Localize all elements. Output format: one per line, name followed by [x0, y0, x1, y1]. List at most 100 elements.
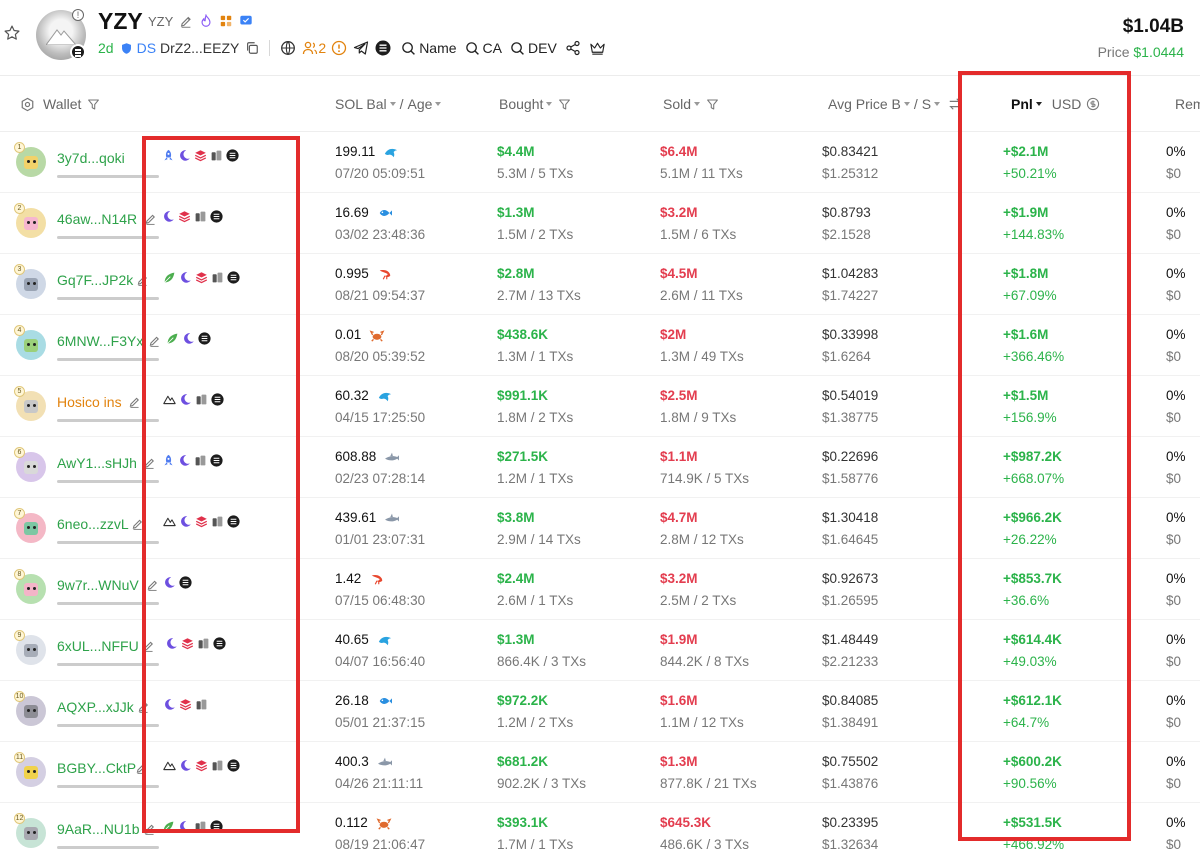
avg-price-column-header[interactable]: Avg Price B / S [828, 96, 962, 112]
solana-icon [213, 637, 226, 650]
wallet-address[interactable]: BGBY...CktP [57, 760, 136, 776]
settings-icon[interactable] [20, 97, 35, 112]
wallet-address[interactable]: Gq7F...JP2k [57, 272, 133, 288]
filter-icon[interactable] [558, 98, 571, 111]
table-row[interactable]: 10 AQXP...xJJk 26.18 05/01 21:37:15 $972… [0, 681, 1200, 742]
edit-icon[interactable] [143, 823, 156, 836]
sol-balance-value: 0.112 [335, 815, 368, 830]
crown-icon[interactable] [589, 40, 606, 56]
edit-icon[interactable] [143, 457, 156, 470]
stack-icon [195, 760, 208, 772]
filter-icon[interactable] [706, 98, 719, 111]
search-name-button[interactable]: Name [401, 40, 457, 56]
table-row[interactable]: 2 46aw...N14R 16.69 03/02 23:48:36 $1.3M… [0, 193, 1200, 254]
edit-icon[interactable] [135, 762, 148, 775]
favorite-star-icon[interactable] [3, 24, 21, 42]
sort-caret-icon [1035, 102, 1042, 106]
table-row[interactable]: 3 Gq7F...JP2k 0.995 08/21 09:54:37 $2.8M… [0, 254, 1200, 315]
bought-detail: 1.5M / 2 TXs [497, 227, 574, 242]
remaining-value: $0 [1166, 593, 1182, 608]
wallet-address[interactable]: 46aw...N14R [57, 211, 137, 227]
rocket-icon [164, 454, 173, 466]
message-icon [240, 15, 252, 25]
currency-swap-icon[interactable] [1086, 97, 1100, 111]
solana-icon [198, 332, 211, 345]
wallet-address[interactable]: 6neo...zzvL [57, 516, 129, 532]
shrimp-icon [379, 269, 391, 280]
edit-icon[interactable] [142, 640, 155, 653]
table-row[interactable]: 11 BGBY...CktP 400.3 04/26 21:11:11 $681… [0, 742, 1200, 803]
wallet-holding-bar [57, 236, 159, 239]
bag-icon [196, 394, 207, 405]
search-dev-button[interactable]: DEV [510, 40, 557, 56]
filter-icon[interactable] [87, 98, 100, 111]
edit-icon[interactable] [128, 396, 141, 409]
rank-badge: 1 [14, 142, 25, 153]
wallet-address[interactable]: 9AaR...NU1b [57, 821, 139, 837]
edit-icon[interactable] [179, 15, 193, 29]
currency-toggle-label[interactable]: USD [1052, 96, 1082, 112]
wallet-address[interactable]: AQXP...xJJk [57, 699, 134, 715]
table-row[interactable]: 7 6neo...zzvL 439.61 01/01 23:07:31 $3.8… [0, 498, 1200, 559]
sol-age-column-header[interactable]: SOL Bal / Age [335, 96, 442, 112]
solana-icon[interactable] [375, 40, 391, 56]
rank-badge: 10 [14, 691, 25, 702]
warning-icon[interactable] [331, 40, 347, 56]
sol-balance: 16.69 [335, 205, 393, 220]
edit-icon[interactable] [136, 274, 149, 287]
bought-detail: 1.7M / 1 TXs [497, 837, 574, 849]
last-active: 02/23 07:28:14 [335, 471, 426, 486]
wallet-address[interactable]: 3y7d...qoki [57, 150, 125, 166]
table-row[interactable]: 5 Hosico ins 60.32 04/15 17:25:50 $991.1… [0, 376, 1200, 437]
swap-icon[interactable] [948, 97, 962, 111]
edit-icon[interactable] [144, 213, 157, 226]
wallet-column-header[interactable]: Wallet [20, 96, 100, 112]
sol-bal-header-label: SOL Bal [335, 96, 387, 112]
remaining-value: $0 [1166, 349, 1182, 364]
remaining-column-header[interactable]: Rem [1175, 96, 1200, 112]
sold-value: $4.5M [660, 266, 698, 281]
edit-icon[interactable] [148, 335, 161, 348]
solana-icon [227, 515, 240, 528]
avg-buy-price: $1.04283 [822, 266, 879, 281]
edit-icon[interactable] [146, 579, 159, 592]
info-icon[interactable]: ! [72, 9, 84, 21]
sold-column-header[interactable]: Sold [663, 96, 719, 112]
bought-value: $3.8M [497, 510, 535, 525]
contract-address[interactable]: DrZ2...EEZY [160, 40, 239, 56]
wallet-tags [163, 759, 243, 772]
table-row[interactable]: 12 9AaR...NU1b 0.112 08/19 21:06:47 $393… [0, 803, 1200, 849]
globe-icon[interactable] [280, 40, 296, 56]
pnl-percent: +156.9% [1003, 410, 1057, 425]
telegram-icon[interactable] [353, 40, 369, 56]
share-icon[interactable] [565, 40, 581, 56]
pnl-column-header[interactable]: Pnl USD [1011, 96, 1100, 112]
copy-icon[interactable] [245, 41, 259, 55]
sol-balance-value: 16.69 [335, 205, 369, 220]
edit-icon[interactable] [137, 701, 150, 714]
sol-balance: 0.112 [335, 815, 392, 830]
table-row[interactable]: 1 3y7d...qoki 199.11 07/20 05:09:51 $4.4… [0, 132, 1200, 193]
table-row[interactable]: 9 6xUL...NFFU 40.65 04/07 16:56:40 $1.3M… [0, 620, 1200, 681]
last-active: 05/01 21:37:15 [335, 715, 426, 730]
wallet-address[interactable]: AwY1...sHJh [57, 455, 137, 471]
holders-icon[interactable] [302, 40, 318, 56]
stack-icon [181, 638, 194, 650]
bought-column-header[interactable]: Bought [499, 96, 571, 112]
price-value: $1.0444 [1133, 44, 1184, 60]
wallet-address[interactable]: 6MNW...F3Yx [57, 333, 143, 349]
wallet-address[interactable]: 6xUL...NFFU [57, 638, 139, 654]
edit-icon[interactable] [131, 518, 144, 531]
remaining-value: $0 [1166, 532, 1182, 547]
wallet-address[interactable]: 9w7r...WNuV [57, 577, 139, 593]
sol-balance: 0.01 [335, 327, 385, 342]
ds-badge[interactable]: DS [137, 40, 156, 56]
table-row[interactable]: 8 9w7r...WNuV 1.42 07/15 06:48:30 $2.4M … [0, 559, 1200, 620]
remaining-value: $0 [1166, 654, 1182, 669]
sold-value: $1.9M [660, 632, 698, 647]
wallet-address[interactable]: Hosico ins [57, 394, 122, 410]
table-row[interactable]: 6 AwY1...sHJh 608.88 02/23 07:28:14 $271… [0, 437, 1200, 498]
sort-caret-icon [435, 102, 442, 106]
table-row[interactable]: 4 6MNW...F3Yx 0.01 08/20 05:39:52 $438.6… [0, 315, 1200, 376]
search-ca-button[interactable]: CA [465, 40, 502, 56]
